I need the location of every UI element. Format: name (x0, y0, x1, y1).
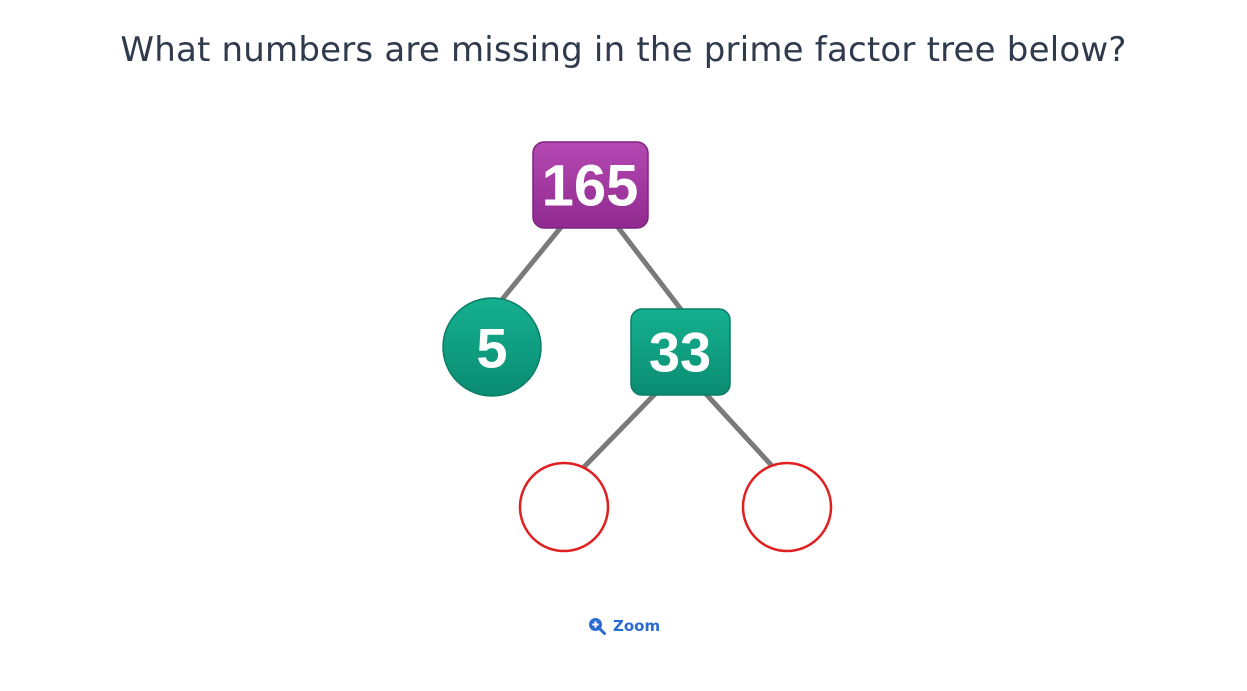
tree-node-left-child-value: 5 (476, 317, 507, 380)
tree-node-root-value: 165 (542, 154, 639, 219)
tree-node-right-child: 33 (630, 308, 731, 396)
zoom-button[interactable]: Zoom (588, 617, 660, 635)
tree-node-left-child: 5 (442, 297, 542, 397)
branch-33-to-missing-left (581, 392, 657, 470)
zoom-label: Zoom (613, 617, 661, 635)
branch-165-to-33 (615, 224, 685, 314)
tree-node-right-child-value: 33 (649, 321, 711, 384)
branch-33-to-missing-right (704, 392, 775, 469)
missing-node-left (518, 461, 610, 553)
prime-factor-tree: 165 5 33 (442, 141, 833, 553)
zoom-in-icon (588, 617, 606, 635)
branch-165-to-5 (498, 224, 564, 304)
tree-node-root: 165 (532, 141, 649, 229)
missing-node-right (741, 461, 833, 553)
